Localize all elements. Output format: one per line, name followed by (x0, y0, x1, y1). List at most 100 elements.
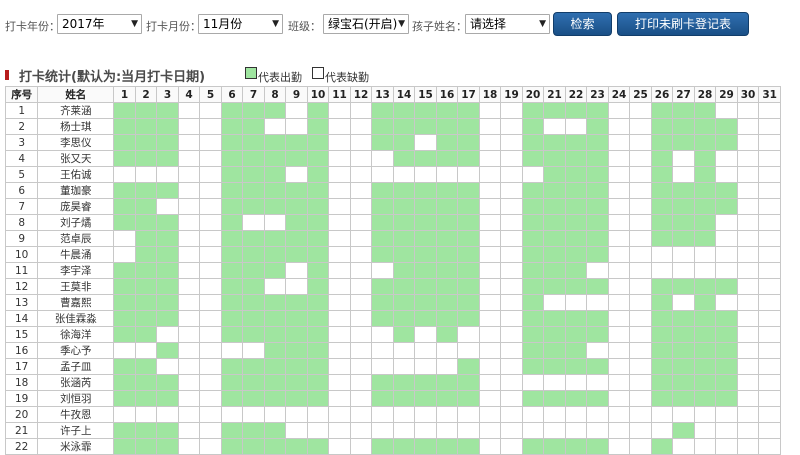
attendance-absent-cell (736, 246, 760, 263)
attendance-absent-cell (736, 166, 760, 183)
attendance-absent-cell (199, 150, 222, 167)
attendance-absent-cell (177, 278, 201, 295)
header-day: 7 (242, 86, 265, 103)
attendance-absent-cell (500, 358, 523, 375)
attendance-present-cell (672, 182, 695, 199)
header-day: 18 (478, 86, 502, 103)
attendance-absent-cell (435, 406, 459, 423)
attendance-absent-cell (715, 438, 738, 455)
attendance-absent-cell (607, 134, 631, 151)
attendance-absent-cell (371, 342, 394, 359)
attendance-present-cell (242, 118, 265, 135)
attendance-present-cell (586, 182, 609, 199)
student-name: 孟子皿 (37, 358, 115, 375)
attendance-present-cell (650, 358, 674, 375)
attendance-present-cell (715, 374, 738, 391)
attendance-present-cell (371, 182, 394, 199)
attendance-absent-cell (586, 342, 609, 359)
attendance-absent-cell (199, 342, 222, 359)
attendance-absent-cell (349, 198, 373, 215)
attendance-present-cell (564, 342, 588, 359)
attendance-absent-cell (500, 278, 523, 295)
attendance-absent-cell (156, 198, 179, 215)
attendance-absent-cell (672, 166, 695, 183)
attendance-present-cell (263, 358, 287, 375)
attendance-present-cell (371, 294, 394, 311)
attendance-present-cell (693, 134, 717, 151)
attendance-present-cell (693, 166, 717, 183)
attendance-present-cell (521, 230, 545, 247)
legend-present-swatch (245, 67, 257, 79)
attendance-present-cell (371, 230, 394, 247)
attendance-absent-cell (758, 310, 781, 327)
attendance-present-cell (156, 134, 179, 151)
attendance-present-cell (672, 358, 695, 375)
attendance-absent-cell (414, 166, 437, 183)
attendance-present-cell (650, 326, 674, 343)
attendance-present-cell (650, 438, 674, 455)
class-select[interactable]: 绿宝石(开启) ▼ (323, 14, 409, 34)
attendance-absent-cell (607, 310, 631, 327)
attendance-present-cell (521, 214, 545, 231)
attendance-absent-cell (736, 310, 760, 327)
attendance-present-cell (457, 230, 480, 247)
attendance-present-cell (285, 294, 308, 311)
attendance-present-cell (435, 134, 459, 151)
search-button[interactable]: 检索 (553, 12, 612, 36)
attendance-present-cell (134, 230, 158, 247)
attendance-present-cell (672, 390, 695, 407)
attendance-absent-cell (564, 422, 588, 439)
attendance-absent-cell (177, 310, 201, 327)
attendance-present-cell (306, 374, 330, 391)
attendance-present-cell (650, 134, 674, 151)
attendance-absent-cell (629, 182, 652, 199)
row-index: 1 (4, 102, 39, 119)
attendance-present-cell (242, 278, 265, 295)
attendance-present-cell (392, 374, 416, 391)
attendance-present-cell (543, 358, 566, 375)
attendance-present-cell (586, 214, 609, 231)
attendance-absent-cell (629, 230, 652, 247)
attendance-absent-cell (392, 358, 416, 375)
attendance-absent-cell (736, 342, 760, 359)
table-row: 1 齐莱涵 (4, 102, 781, 119)
attendance-absent-cell (113, 230, 136, 247)
attendance-present-cell (693, 342, 717, 359)
print-unswiped-button[interactable]: 打印未刷卡登记表 (617, 12, 749, 36)
attendance-present-cell (113, 278, 136, 295)
attendance-present-cell (564, 214, 588, 231)
attendance-present-cell (521, 246, 545, 263)
year-select[interactable]: 2017年 ▼ (57, 14, 142, 34)
child-select[interactable]: 请选择 ▼ (465, 14, 550, 34)
student-name: 季心予 (37, 342, 115, 359)
student-name: 许子上 (37, 422, 115, 439)
attendance-absent-cell (607, 374, 631, 391)
attendance-absent-cell (607, 390, 631, 407)
attendance-present-cell (543, 214, 566, 231)
attendance-absent-cell (199, 358, 222, 375)
attendance-present-cell (672, 278, 695, 295)
attendance-absent-cell (349, 102, 373, 119)
attendance-present-cell (113, 182, 136, 199)
attendance-present-cell (371, 278, 394, 295)
attendance-present-cell (435, 150, 459, 167)
month-select[interactable]: 11月份 ▼ (198, 14, 283, 34)
attendance-present-cell (414, 262, 437, 279)
attendance-present-cell (242, 374, 265, 391)
attendance-absent-cell (371, 262, 394, 279)
attendance-absent-cell (349, 278, 373, 295)
attendance-absent-cell (478, 262, 502, 279)
attendance-absent-cell (199, 390, 222, 407)
attendance-absent-cell (457, 166, 480, 183)
attendance-absent-cell (177, 198, 201, 215)
attendance-present-cell (672, 134, 695, 151)
table-row: 4 张又天 (4, 150, 781, 167)
filter-bar: 打卡年份： 2017年 ▼ 打卡月份： 11月份 ▼ 班级： 绿宝石(开启) ▼… (0, 12, 800, 38)
attendance-present-cell (220, 182, 244, 199)
header-day: 19 (500, 86, 523, 103)
row-index: 9 (4, 230, 39, 247)
row-index: 19 (4, 390, 39, 407)
attendance-absent-cell (736, 198, 760, 215)
attendance-present-cell (564, 230, 588, 247)
attendance-absent-cell (693, 246, 717, 263)
